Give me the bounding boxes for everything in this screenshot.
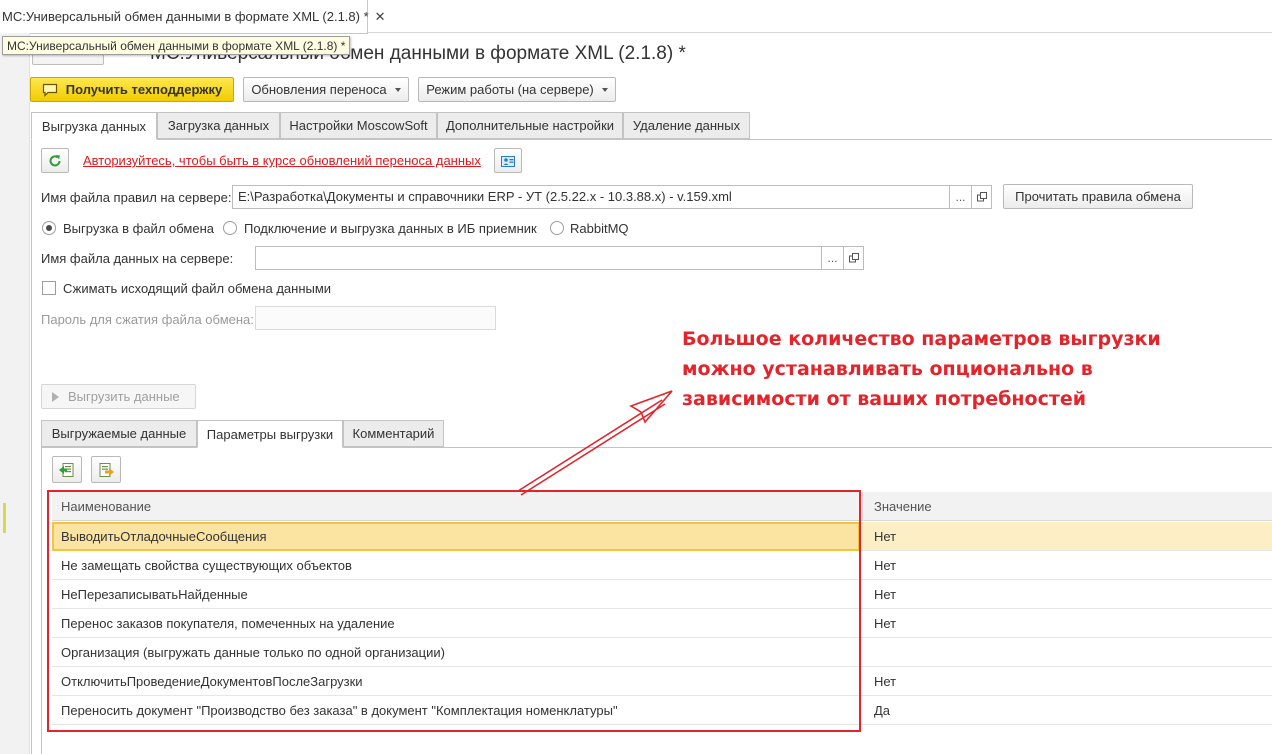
subtab-export-params[interactable]: Параметры выгрузки bbox=[197, 420, 343, 448]
annotation-line-3: зависимости от ваших потребностей bbox=[682, 388, 1087, 410]
title-tooltip: МС:Универсальный обмен данными в формате… bbox=[2, 36, 351, 55]
annotation-line-1: Большое количество параметров выгрузки bbox=[682, 328, 1161, 350]
annotation-line-2: можно устанавливать опционально в bbox=[682, 358, 1093, 380]
subtab-export-params-label: Параметры выгрузки bbox=[206, 426, 334, 442]
annotation-text: Большое количество параметров выгрузки м… bbox=[682, 324, 1242, 414]
tab-export[interactable]: Выгрузка данных bbox=[31, 112, 157, 140]
tab-export-label: Выгрузка данных bbox=[41, 118, 147, 134]
